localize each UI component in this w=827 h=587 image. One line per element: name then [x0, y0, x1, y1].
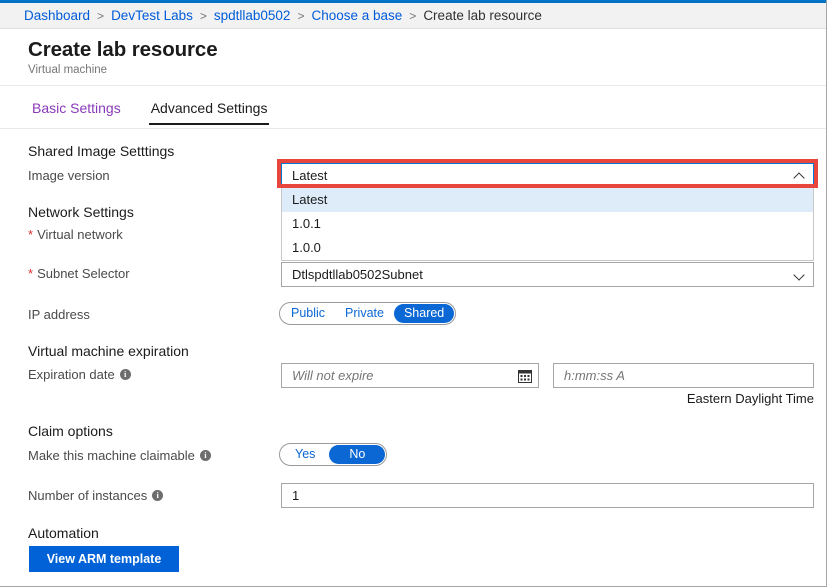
label-image-version-text: Image version: [28, 168, 110, 183]
azure-portal-create-lab-resource-screen: Dashboard > DevTest Labs > spdtllab0502 …: [0, 0, 827, 587]
expiration-date-placeholder: Will not expire: [292, 368, 374, 383]
tab-bar: Basic Settings Advanced Settings: [0, 100, 826, 129]
view-arm-template-button[interactable]: View ARM template: [29, 546, 179, 572]
label-virtual-network-text: Virtual network: [37, 227, 123, 242]
expiration-time-input[interactable]: h:mm:ss A: [553, 363, 814, 388]
label-image-version: Image version: [28, 168, 110, 183]
breadcrumb-item-current: Create lab resource: [423, 8, 542, 23]
claimable-toggle-group[interactable]: Yes No: [279, 443, 388, 466]
calendar-icon[interactable]: [518, 369, 532, 383]
chevron-up-icon: [794, 170, 805, 181]
number-of-instances-input[interactable]: 1: [281, 483, 814, 508]
info-icon[interactable]: i: [152, 490, 164, 501]
expiration-date-input[interactable]: Will not expire: [281, 363, 539, 388]
image-version-dropdown-list[interactable]: Latest 1.0.1 1.0.0: [281, 188, 814, 261]
label-make-claimable-text: Make this machine claimable: [28, 448, 195, 463]
expiration-time-placeholder: h:mm:ss A: [564, 368, 625, 383]
tab-basic-settings[interactable]: Basic Settings: [30, 100, 123, 123]
label-expiration-date-text: Expiration date: [28, 367, 115, 382]
section-heading-shared-image-settings: Shared Image Setttings: [28, 143, 175, 159]
ip-address-option-public[interactable]: Public: [281, 304, 335, 323]
label-subnet-selector: * Subnet Selector: [28, 266, 130, 281]
label-virtual-network: * Virtual network: [28, 227, 123, 242]
chevron-down-icon: [794, 269, 805, 280]
timezone-note: Eastern Daylight Time: [686, 391, 814, 406]
ip-address-option-shared[interactable]: Shared: [393, 304, 455, 323]
breadcrumb-item-dashboard[interactable]: Dashboard: [24, 8, 90, 23]
claimable-option-no[interactable]: No: [329, 445, 386, 464]
breadcrumb-separator-icon: >: [297, 8, 305, 23]
info-icon[interactable]: i: [199, 450, 211, 461]
breadcrumb-separator-icon: >: [409, 8, 417, 23]
page-title: Create lab resource: [28, 38, 218, 61]
breadcrumb-separator-icon: >: [97, 8, 105, 23]
page-subtitle: Virtual machine: [28, 63, 108, 76]
breadcrumb-item-choose-a-base[interactable]: Choose a base: [311, 8, 402, 23]
claimable-option-yes[interactable]: Yes: [281, 445, 329, 464]
section-heading-vm-expiration: Virtual machine expiration: [28, 343, 189, 359]
breadcrumb-item-lab[interactable]: spdtllab0502: [214, 8, 291, 23]
required-asterisk: *: [28, 227, 34, 242]
breadcrumb: Dashboard > DevTest Labs > spdtllab0502 …: [0, 3, 826, 29]
label-number-of-instances-text: Number of instances: [28, 488, 148, 503]
dropdown-option-1-0-1[interactable]: 1.0.1: [282, 212, 813, 236]
label-subnet-selector-text: Subnet Selector: [37, 266, 130, 281]
subnet-selector-select[interactable]: Dtlspdtllab0502Subnet: [281, 262, 814, 287]
label-make-claimable: Make this machine claimable i: [28, 448, 211, 463]
number-of-instances-value: 1: [292, 488, 300, 503]
image-version-selected-value: Latest: [292, 168, 328, 183]
subnet-selector-value: Dtlspdtllab0502Subnet: [292, 267, 423, 282]
ip-address-toggle-group[interactable]: Public Private Shared: [279, 302, 457, 325]
page-header: Create lab resource Virtual machine: [0, 30, 826, 86]
label-ip-address-text: IP address: [28, 307, 90, 322]
ip-address-option-private[interactable]: Private: [335, 304, 394, 323]
section-heading-network-settings: Network Settings: [28, 204, 134, 220]
image-version-select[interactable]: Latest: [281, 163, 814, 188]
required-asterisk: *: [28, 266, 34, 281]
dropdown-option-1-0-0[interactable]: 1.0.0: [282, 236, 813, 260]
label-number-of-instances: Number of instances i: [28, 488, 164, 503]
tab-advanced-settings[interactable]: Advanced Settings: [148, 100, 270, 125]
info-icon[interactable]: i: [119, 369, 131, 380]
breadcrumb-separator-icon: >: [199, 8, 207, 23]
section-heading-automation: Automation: [28, 525, 99, 541]
section-heading-claim-options: Claim options: [28, 423, 113, 439]
label-ip-address: IP address: [28, 307, 90, 322]
label-expiration-date: Expiration date i: [28, 367, 131, 382]
dropdown-option-latest[interactable]: Latest: [282, 188, 813, 212]
breadcrumb-item-devtest-labs[interactable]: DevTest Labs: [111, 8, 193, 23]
